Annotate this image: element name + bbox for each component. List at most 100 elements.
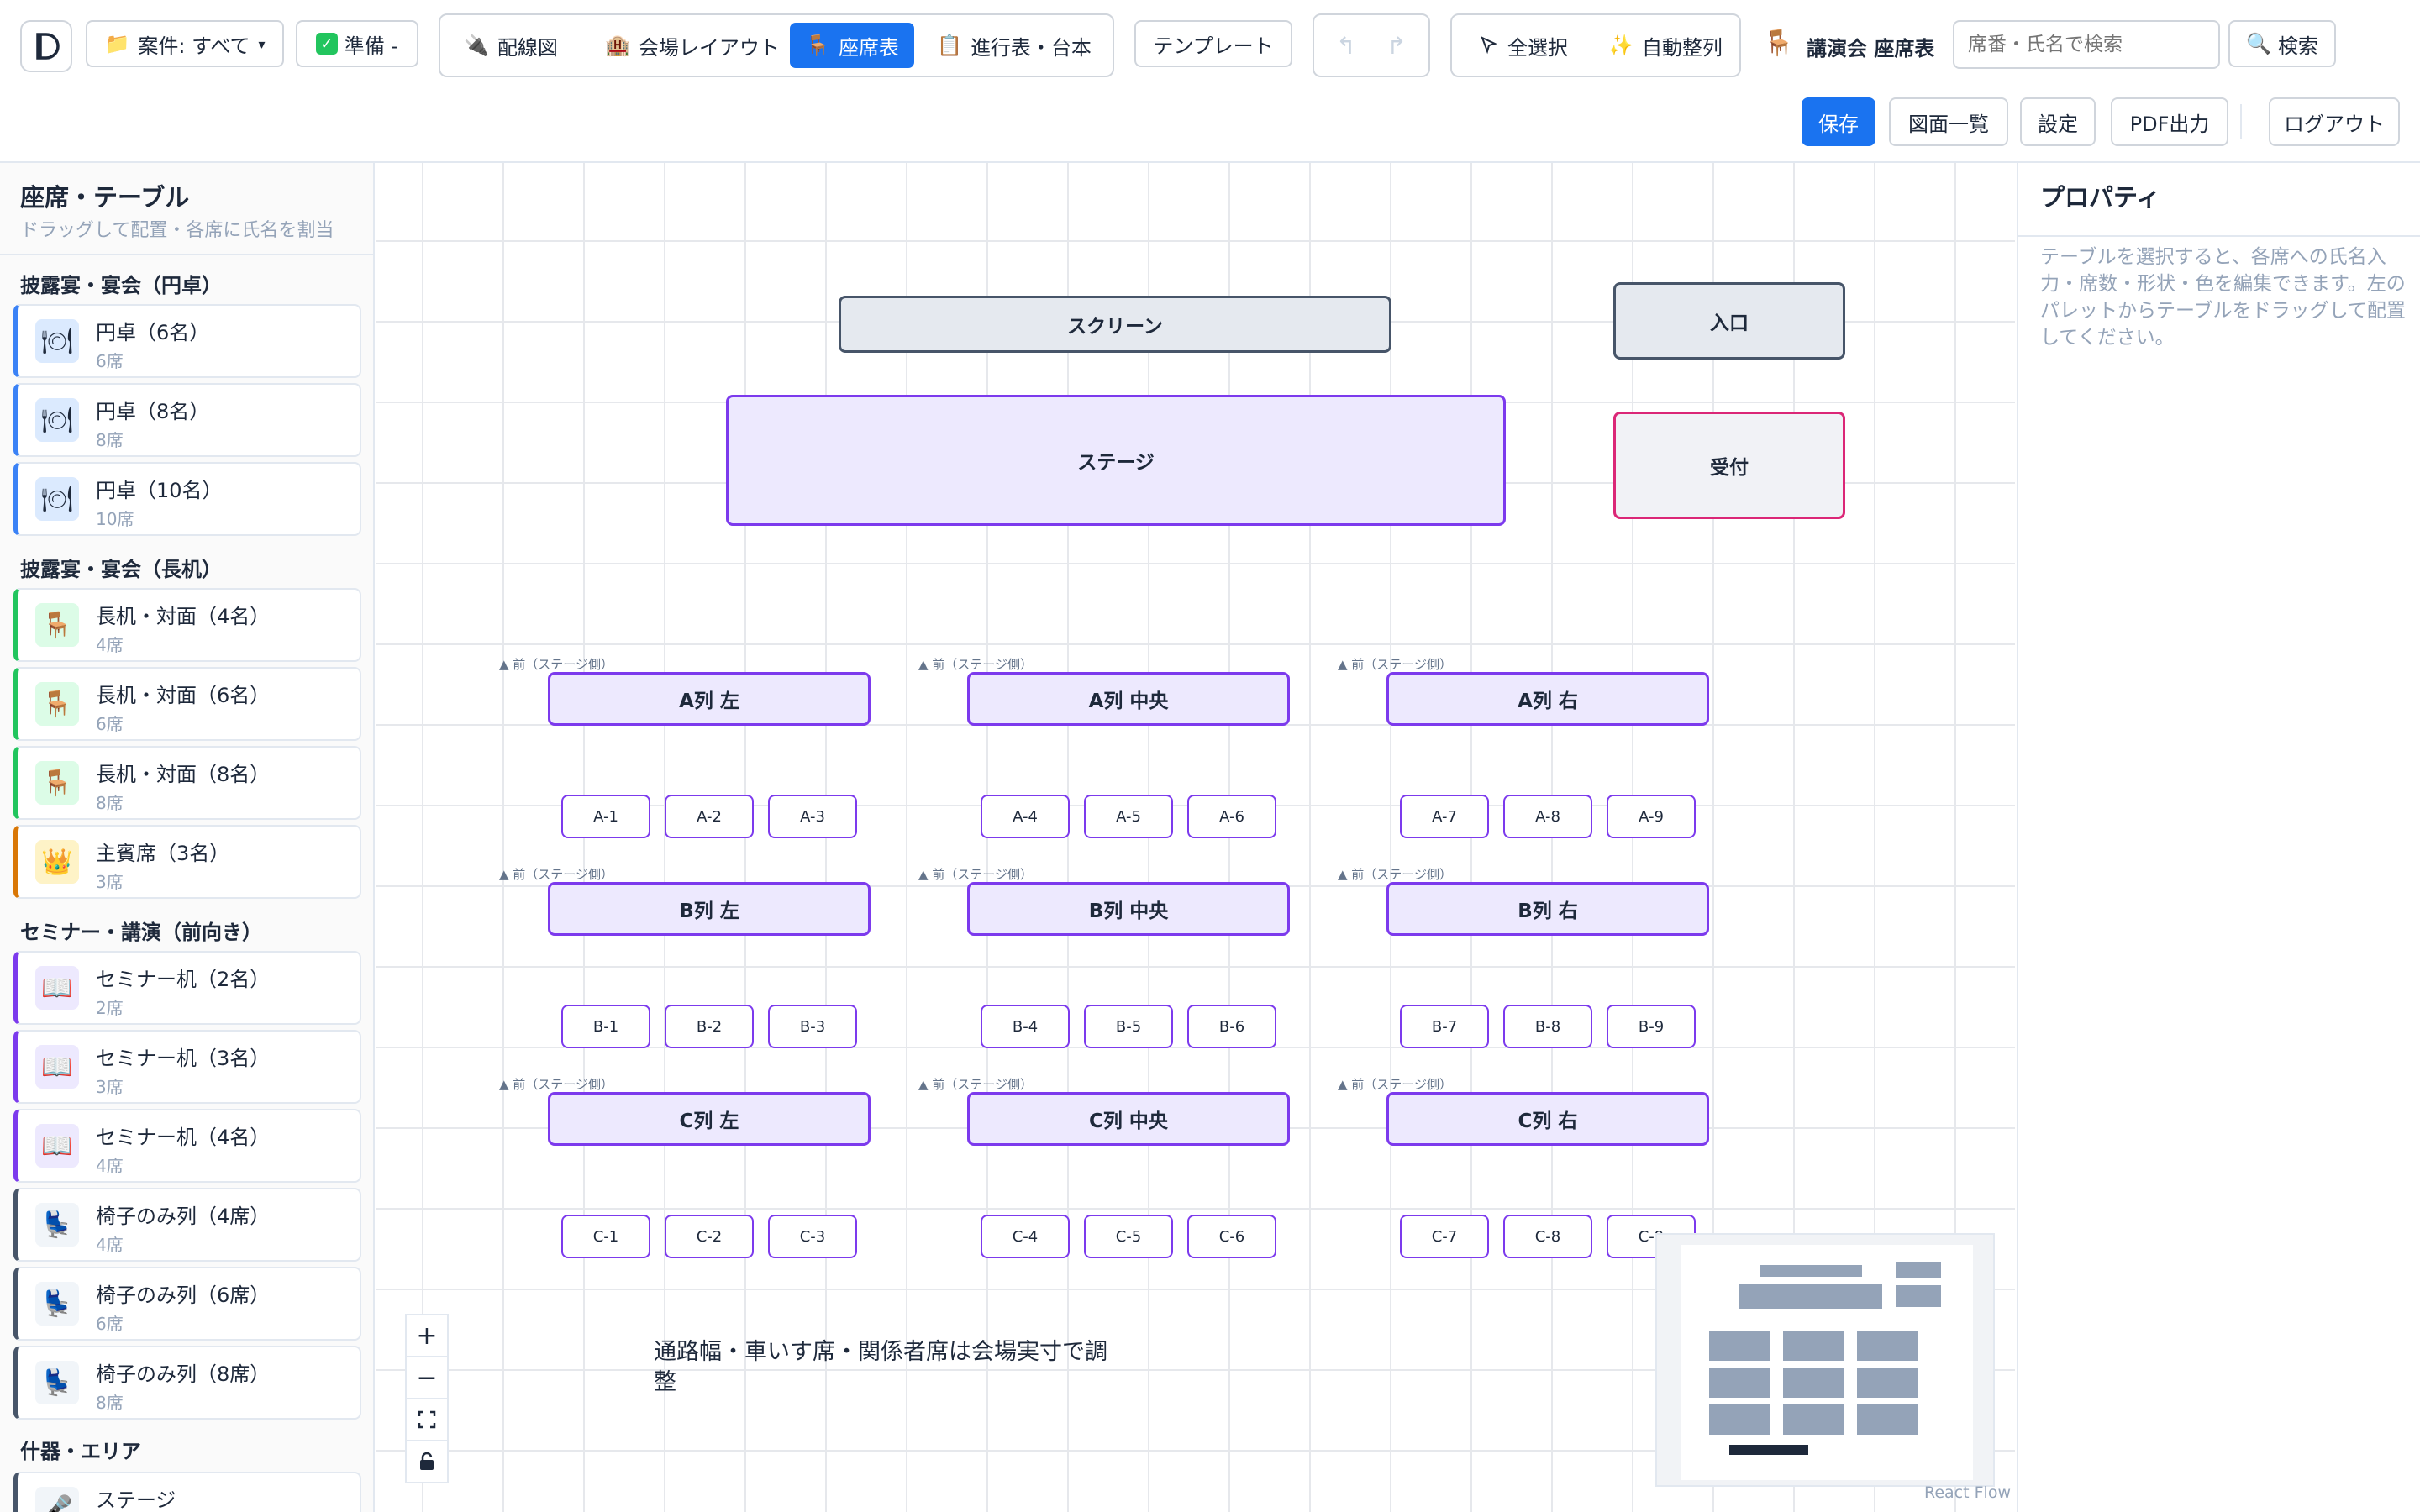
search-button[interactable]: 🔍 検索	[2228, 20, 2336, 67]
seat[interactable]: B-2	[665, 1005, 754, 1048]
palette-title: 座席・テーブル	[20, 183, 190, 212]
palette-item-long-4[interactable]: 🪑 長机・対面（4名） 4席	[13, 588, 361, 662]
seat[interactable]: C-6	[1187, 1215, 1276, 1258]
table-a-left[interactable]: A列 左	[548, 672, 871, 726]
palette-divider	[0, 254, 373, 255]
palette-item-label: 円卓（6名）	[96, 321, 210, 344]
canvas-note[interactable]: 通路幅・車いす席・関係者席は会場実寸で調整	[654, 1337, 1124, 1398]
table-b-center[interactable]: B列 中央	[967, 882, 1290, 936]
seat[interactable]: A-5	[1084, 795, 1173, 838]
seat[interactable]: A-1	[561, 795, 650, 838]
redo-button[interactable]: ↱	[1378, 24, 1415, 67]
minimap[interactable]	[1655, 1233, 1995, 1487]
table-b-right[interactable]: B列 右	[1386, 882, 1709, 936]
seat[interactable]: C-5	[1084, 1215, 1173, 1258]
section-title: 披露宴・宴会（長机）	[20, 558, 222, 581]
table-c-left[interactable]: C列 左	[548, 1092, 871, 1146]
palette-item-chair-row-6[interactable]: 💺 椅子のみ列（6席） 6席	[13, 1267, 361, 1341]
palette-item-round-10[interactable]: 🍽 円卓（10名） 10席	[13, 462, 361, 536]
seat[interactable]: B-1	[561, 1005, 650, 1048]
tab-wiring[interactable]: 🔌 配線図	[449, 23, 573, 68]
mic-icon: 🎤	[35, 1487, 79, 1512]
search-button-label: 検索	[2277, 34, 2318, 58]
reception-node[interactable]: 受付	[1613, 412, 1845, 519]
zoom-out-button[interactable]: −	[405, 1356, 449, 1399]
select-all-label: 全選択	[1507, 35, 1568, 60]
seat[interactable]: A-9	[1607, 795, 1696, 838]
palette-item-seats: 8席	[96, 430, 124, 450]
table-b-left[interactable]: B列 左	[548, 882, 871, 936]
palette-item-long-6[interactable]: 🪑 長机・対面（6名） 6席	[13, 667, 361, 741]
entrance-node[interactable]: 入口	[1613, 282, 1845, 360]
lock-button[interactable]	[405, 1440, 449, 1483]
seat[interactable]: B-9	[1607, 1005, 1696, 1048]
app-logo[interactable]	[20, 20, 72, 72]
table-c-right[interactable]: C列 右	[1386, 1092, 1709, 1146]
palette-item-seminar-4[interactable]: 📖 セミナー机（4名） 4席	[13, 1109, 361, 1183]
drawings-list-button[interactable]: 図面一覧	[1889, 97, 2008, 146]
plate-icon: 🍽	[35, 477, 79, 521]
palette-item-seats: 3席	[96, 1077, 124, 1097]
auto-align-button[interactable]: ✨ 自動整列	[1597, 23, 1734, 68]
palette-item-seminar-3[interactable]: 📖 セミナー机（3名） 3席	[13, 1030, 361, 1104]
properties-divider	[2018, 235, 2420, 237]
stage-node[interactable]: ステージ	[726, 395, 1506, 526]
react-flow-attribution[interactable]: React Flow	[1924, 1483, 2011, 1502]
settings-button[interactable]: 設定	[2020, 97, 2096, 146]
seat[interactable]: C-4	[981, 1215, 1070, 1258]
palette-item-chair-row-4[interactable]: 💺 椅子のみ列（4席） 4席	[13, 1188, 361, 1262]
seat[interactable]: B-3	[768, 1005, 857, 1048]
tab-seating[interactable]: 🪑 座席表	[790, 23, 914, 68]
palette-item-label: 長机・対面（6名）	[96, 684, 271, 707]
palette-item-label: セミナー机（3名）	[96, 1047, 271, 1070]
palette-item-round-6[interactable]: 🍽 円卓（6名） 6席	[13, 304, 361, 378]
project-filter-select[interactable]: 📁 案件: すべて ▾	[86, 20, 284, 67]
seat[interactable]: C-2	[665, 1215, 754, 1258]
properties-title: プロパティ	[2040, 183, 2161, 212]
tab-program[interactable]: 📋 進行表・台本	[921, 23, 1107, 68]
fit-view-button[interactable]	[405, 1398, 449, 1441]
top-toolbar: 📁 案件: すべて ▾ ✓ 準備 - 🔌 配線図 🏨 会場レイアウト 🪑 座席表 📋 進…	[0, 0, 2420, 163]
palette-item-label: 長机・対面（8名）	[96, 763, 271, 786]
seat[interactable]: B-4	[981, 1005, 1070, 1048]
seat[interactable]: B-6	[1187, 1005, 1276, 1048]
palette-item-long-8[interactable]: 🪑 長机・対面（8名） 8席	[13, 746, 361, 820]
save-button[interactable]: 保存	[1802, 97, 1876, 146]
seat[interactable]: A-3	[768, 795, 857, 838]
palette-item-chair-row-8[interactable]: 💺 椅子のみ列（8席） 8席	[13, 1346, 361, 1420]
logout-button[interactable]: ログアウト	[2269, 97, 2400, 146]
seating-canvas[interactable]: スクリーン 入口 ステージ 受付 ▲ 前（ステージ側） ▲ 前（ステージ側） ▲…	[376, 163, 2015, 1512]
table-c-center[interactable]: C列 中央	[967, 1092, 1290, 1146]
tab-venue-layout[interactable]: 🏨 会場レイアウト	[581, 23, 803, 68]
seat[interactable]: B-5	[1084, 1005, 1173, 1048]
table-a-center[interactable]: A列 中央	[967, 672, 1290, 726]
seat[interactable]: C-3	[768, 1215, 857, 1258]
seat[interactable]: A-7	[1400, 795, 1489, 838]
palette-item-seminar-2[interactable]: 📖 セミナー机（2名） 2席	[13, 951, 361, 1025]
minimap-node	[1709, 1368, 1770, 1398]
palette-item-round-8[interactable]: 🍽 円卓（8名） 8席	[13, 383, 361, 457]
seat[interactable]: B-7	[1400, 1005, 1489, 1048]
minimap-node	[1783, 1368, 1844, 1398]
screen-node[interactable]: スクリーン	[839, 296, 1392, 353]
palette-item-seats: 8席	[96, 793, 124, 813]
template-button[interactable]: テンプレート	[1134, 20, 1292, 67]
palette-item-stage[interactable]: 🎤 ステージ	[13, 1472, 361, 1512]
properties-hint: テーブルを選択すると、各席への氏名入力・席数・形状・色を編集できます。左のパレッ…	[2040, 246, 2406, 349]
seat[interactable]: A-6	[1187, 795, 1276, 838]
seat[interactable]: C-7	[1400, 1215, 1489, 1258]
seat[interactable]: A-8	[1503, 795, 1592, 838]
seat[interactable]: C-8	[1503, 1215, 1592, 1258]
undo-button[interactable]: ↰	[1328, 24, 1365, 67]
seat-search-input[interactable]	[1953, 20, 2220, 69]
select-all-button[interactable]: 全選択	[1460, 23, 1586, 68]
status-filter-select[interactable]: ✓ 準備 -	[296, 20, 418, 67]
pdf-export-button[interactable]: PDF出力	[2111, 97, 2228, 146]
zoom-in-button[interactable]: +	[405, 1314, 449, 1357]
seat[interactable]: C-1	[561, 1215, 650, 1258]
seat[interactable]: B-8	[1503, 1005, 1592, 1048]
table-a-right[interactable]: A列 右	[1386, 672, 1709, 726]
seat[interactable]: A-4	[981, 795, 1070, 838]
palette-item-vip-3[interactable]: 👑 主賓席（3名） 3席	[13, 825, 361, 899]
seat[interactable]: A-2	[665, 795, 754, 838]
